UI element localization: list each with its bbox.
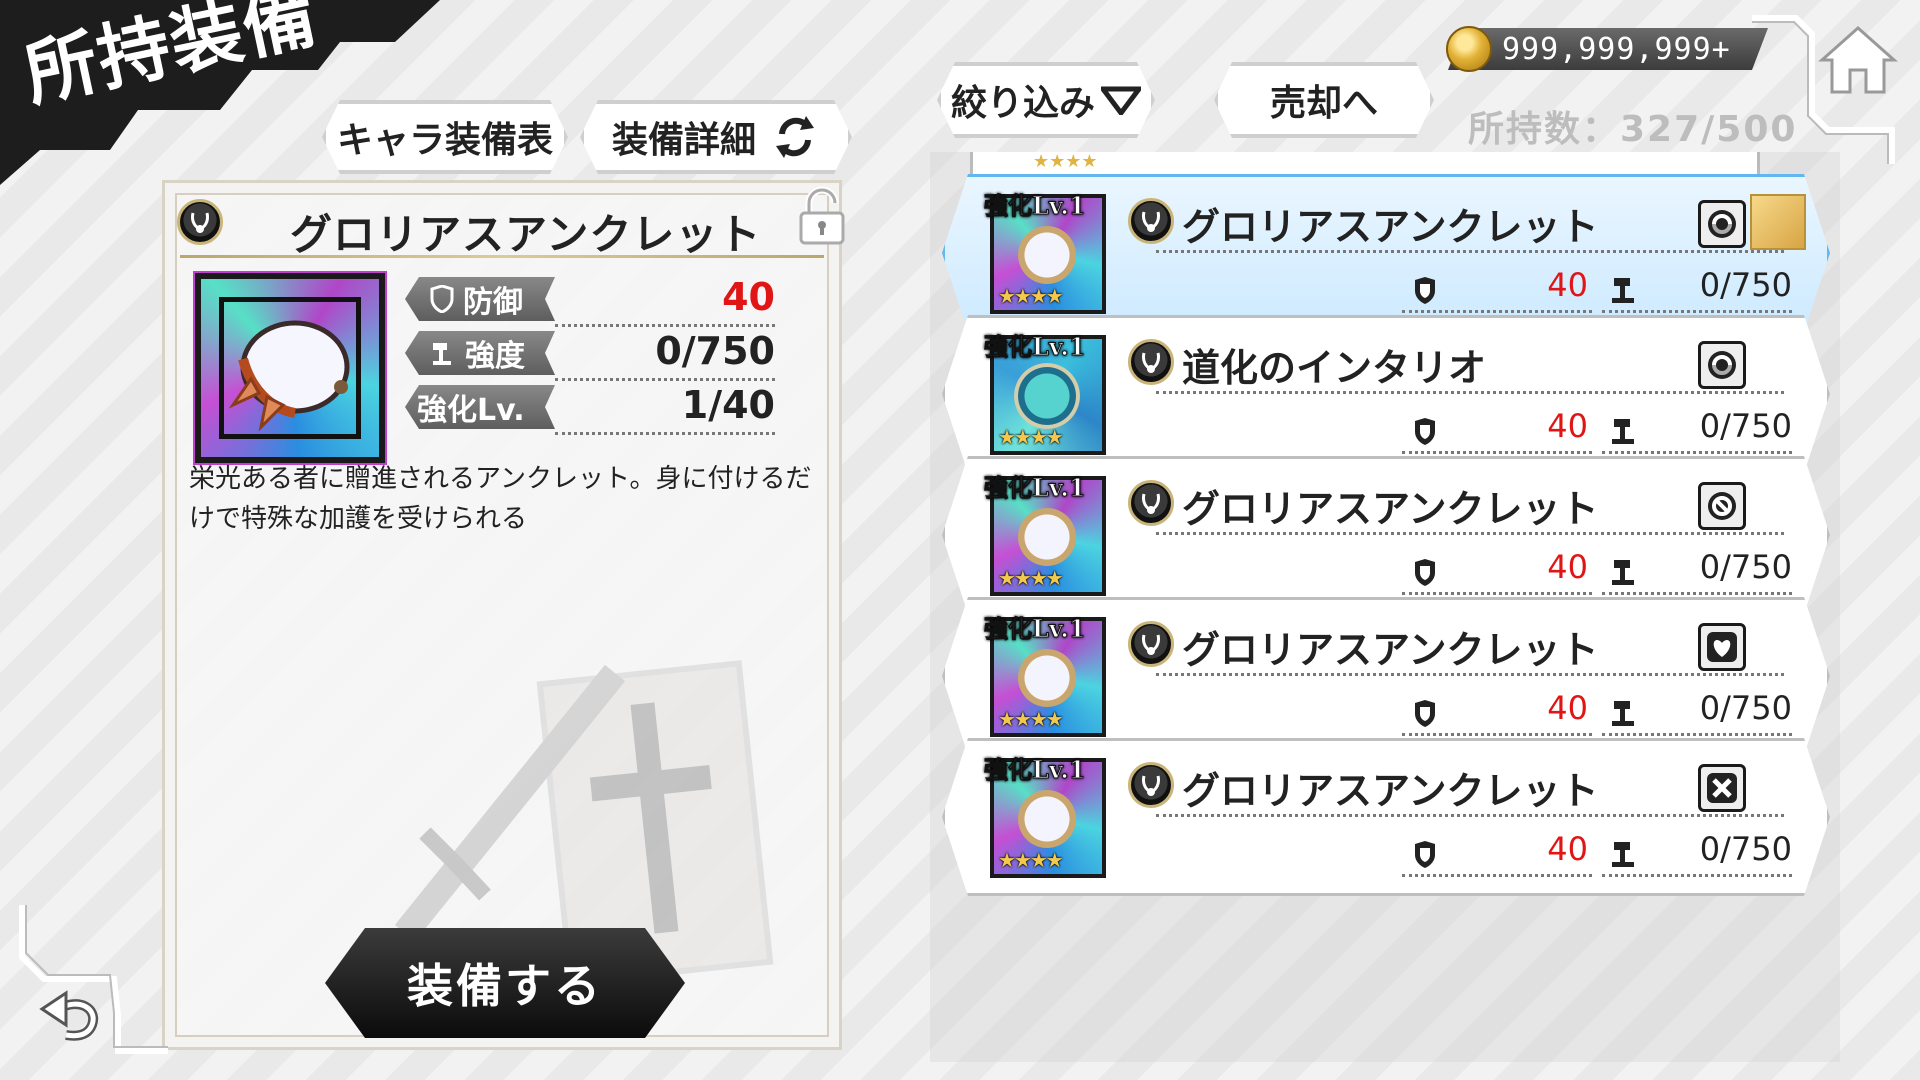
page-title-small: 一覧: [305, 0, 384, 3]
shield-icon: [1415, 559, 1435, 586]
shield-icon: [1415, 277, 1435, 304]
stat-label-enhance-level: 強化Lv.: [405, 385, 555, 429]
equipped-character-avatar: [1750, 194, 1806, 250]
rarity-stars: ★★★★: [998, 707, 1064, 731]
filter-button[interactable]: 絞り込み: [937, 62, 1155, 138]
swirl-icon: [1698, 341, 1746, 389]
enhance-level-badge: 強化Lv.1: [983, 755, 1086, 785]
item-name: 道化のインタリオ: [1182, 346, 1487, 390]
shield-icon: [429, 285, 455, 313]
cross-icon: [1698, 764, 1746, 812]
filter-label: 絞り込み: [950, 83, 1095, 124]
defense-value: 40: [1547, 830, 1588, 868]
accessory-type-icon: [1128, 339, 1174, 385]
list-item-1[interactable]: 強化Lv.1 ★★★★ グロリアスアンクレット 40 0/750: [942, 174, 1830, 332]
lock-icon[interactable]: [791, 185, 853, 247]
owned-count: 所持数：327/500: [1468, 109, 1798, 150]
durability-value: 0/750: [1699, 689, 1792, 727]
shield-icon: [1415, 700, 1435, 727]
stat-value-enhance-level: 1/40: [681, 383, 775, 427]
durability-value: 0/750: [1699, 830, 1792, 868]
accessory-type-icon: [1128, 198, 1174, 244]
rarity-stars: ★★★★: [998, 284, 1064, 308]
accessory-type-icon: [1128, 621, 1174, 667]
item-name: グロリアスアンクレット: [1182, 205, 1599, 249]
equip-button[interactable]: 装備する: [325, 928, 685, 1038]
hammer-icon: [429, 339, 457, 367]
coin-amount: 999,999,999+: [1502, 31, 1731, 67]
coin-icon: [1446, 26, 1492, 72]
chevron-down-icon: [1101, 85, 1141, 115]
stat-value-durability: 0/750: [655, 329, 775, 373]
accessory-type-icon: [1128, 762, 1174, 808]
item-name: グロリアスアンクレット: [1182, 628, 1599, 672]
sell-button[interactable]: 売却へ: [1214, 62, 1434, 138]
shield-icon: [1415, 418, 1435, 445]
coin-counter: 999,999,999+: [1448, 28, 1768, 70]
shield-icon: [1415, 841, 1435, 868]
tab-chara-equip-label: キャラ装備表: [336, 120, 553, 161]
rarity-stars: ★★★★: [998, 566, 1064, 590]
stat-label-defense: 防御: [405, 277, 555, 321]
list-item-5[interactable]: 強化Lv.1 ★★★★ グロリアスアンクレット 40 0/750: [942, 738, 1830, 896]
tab-equip-detail-label: 装備詳細: [611, 120, 756, 161]
list-item-3[interactable]: 強化Lv.1 ★★★★ グロリアスアンクレット 40 0/750: [942, 456, 1830, 614]
stat-label-durability: 強度: [405, 331, 555, 375]
durability-value: 0/750: [1699, 266, 1792, 304]
tab-chara-equip[interactable]: キャラ装備表: [322, 100, 568, 174]
sell-label: 売却へ: [1269, 83, 1378, 124]
enhance-level-badge: 強化Lv.1: [983, 191, 1086, 221]
stat-row-defense: 防御 40: [405, 275, 775, 327]
anklet-icon: [228, 320, 350, 432]
list-item-4[interactable]: 強化Lv.1 ★★★★ グロリアスアンクレット 40 0/750: [942, 597, 1830, 755]
detail-item-name: グロリアスアンクレット: [290, 210, 762, 259]
durability-value: 0/750: [1699, 548, 1792, 586]
accessory-type-icon: [177, 199, 223, 245]
defense-value: 40: [1547, 266, 1588, 304]
item-name: グロリアスアンクレット: [1182, 487, 1599, 531]
return-arrow-icon: [39, 990, 99, 1041]
stat-row-enhance-level: 強化Lv. 1/40: [405, 383, 775, 435]
defense-value: 40: [1547, 407, 1588, 445]
equipment-list[interactable]: ★★★★ 強化Lv.1 ★★★★ グロリアスアンクレット 40 0/750 強化…: [930, 152, 1840, 1062]
stat-row-durability: 強度 0/750: [405, 329, 775, 381]
rarity-stars: ★★★★: [998, 848, 1064, 872]
durability-value: 0/750: [1699, 407, 1792, 445]
enhance-level-badge: 強化Lv.1: [983, 332, 1086, 362]
list-item-2[interactable]: 強化Lv.1 ★★★★ 道化のインタリオ 40 0/750: [942, 315, 1830, 473]
heart-icon: [1698, 623, 1746, 671]
detail-divider: [180, 255, 824, 258]
enhance-level-badge: 強化Lv.1: [983, 473, 1086, 503]
accessory-type-icon: [1128, 480, 1174, 526]
rarity-stars: ★★★★: [998, 425, 1064, 449]
defense-value: 40: [1547, 548, 1588, 586]
swirl-icon: [1698, 200, 1746, 248]
defense-value: 40: [1547, 689, 1588, 727]
enhance-level-badge: 強化Lv.1: [983, 614, 1086, 644]
equipment-detail-panel: グロリアスアンクレット 防御 40 強度 0/750 強化Lv. 1/40 栄光…: [162, 180, 845, 1050]
ban-icon: [1698, 482, 1746, 530]
detail-item-image: [195, 273, 385, 463]
back-button[interactable]: [18, 905, 168, 1055]
item-description: 栄光ある者に贈進されるアンクレット。身に付けるだけで特殊な加護を受けられる: [189, 464, 812, 534]
stat-value-defense: 40: [722, 275, 775, 319]
item-name: グロリアスアンクレット: [1182, 769, 1599, 813]
tab-equip-detail[interactable]: 装備詳細: [580, 100, 852, 174]
refresh-icon: [770, 112, 820, 162]
home-icon: [1818, 25, 1898, 94]
home-button[interactable]: [1818, 24, 1898, 96]
